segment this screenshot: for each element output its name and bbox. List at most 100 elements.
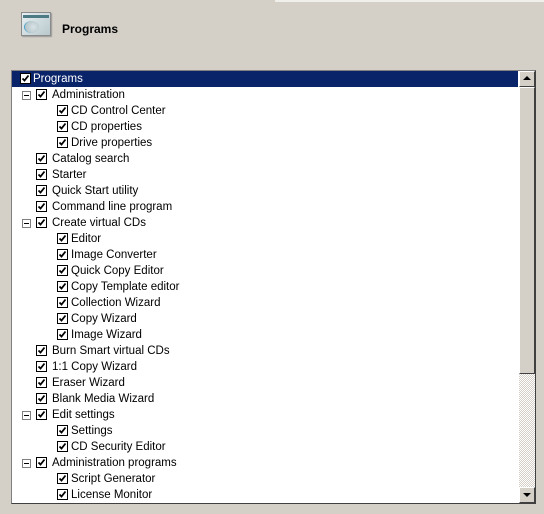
checkbox[interactable] — [36, 201, 47, 212]
scroll-up-button[interactable] — [519, 71, 535, 87]
tree-item-label: Script Generator — [71, 473, 156, 485]
tree-item-label: Image Wizard — [71, 329, 142, 341]
tree-item[interactable]: Collection Wizard — [12, 295, 518, 311]
checkmark-icon — [37, 90, 46, 98]
collapse-icon[interactable] — [22, 219, 31, 228]
tree-item-label: 1:1 Copy Wizard — [52, 361, 138, 373]
tree-item[interactable]: CD Control Center — [12, 103, 518, 119]
tree-item[interactable]: Burn Smart virtual CDs — [12, 343, 518, 359]
checkbox[interactable] — [36, 217, 47, 228]
checkmark-icon — [58, 234, 67, 242]
top-edge — [275, 0, 544, 2]
checkbox[interactable] — [57, 233, 68, 244]
tree-item[interactable]: CD properties — [12, 119, 518, 135]
checkmark-icon — [58, 250, 67, 258]
vertical-scrollbar[interactable] — [519, 71, 535, 503]
checkbox[interactable] — [36, 185, 47, 196]
arrow-down-icon — [523, 493, 531, 497]
checkbox[interactable] — [57, 297, 68, 308]
tree-item[interactable]: Administration programs — [12, 455, 518, 471]
tree-item[interactable]: Image Wizard — [12, 327, 518, 343]
programs-tree[interactable]: Programs Administration CD Control Center C… — [11, 70, 536, 504]
checkmark-icon — [58, 314, 67, 322]
checkbox[interactable] — [57, 313, 68, 324]
tree-item[interactable]: Administration — [12, 87, 518, 103]
tree-item[interactable]: License Monitor — [12, 487, 518, 503]
tree-item-label: Copy Wizard — [71, 313, 137, 325]
tree-item[interactable]: CD Security Editor — [12, 439, 518, 455]
checkbox[interactable] — [57, 105, 68, 116]
checkbox[interactable] — [20, 73, 31, 84]
checkbox[interactable] — [57, 441, 68, 452]
tree-item-label: Administration programs — [52, 457, 177, 469]
tree-item[interactable]: Eraser Wizard — [12, 375, 518, 391]
checkmark-icon — [58, 298, 67, 306]
collapse-icon[interactable] — [22, 459, 31, 468]
tree-item-label: Settings — [71, 425, 113, 437]
tree-item-label: Drive properties — [71, 137, 153, 149]
checkbox[interactable] — [57, 137, 68, 148]
tree-item[interactable]: Image Converter — [12, 247, 518, 263]
checkbox[interactable] — [57, 329, 68, 340]
tree-item-label: Programs — [33, 73, 83, 85]
checkbox[interactable] — [36, 169, 47, 180]
tree-item[interactable]: Programs — [12, 71, 518, 87]
checkmark-icon — [58, 474, 67, 482]
tree-item-label: Copy Template editor — [71, 281, 180, 293]
tree-item[interactable]: Copy Template editor — [12, 279, 518, 295]
collapse-icon[interactable] — [22, 91, 31, 100]
checkmark-icon — [58, 106, 67, 114]
arrow-up-icon — [523, 76, 531, 80]
tree-item-label: Edit settings — [52, 409, 115, 421]
checkbox[interactable] — [57, 121, 68, 132]
checkbox[interactable] — [36, 393, 47, 404]
scrollbar-thumb[interactable] — [519, 87, 535, 374]
checkbox[interactable] — [57, 281, 68, 292]
tree-item[interactable]: Editor — [12, 231, 518, 247]
tree-item[interactable]: Starter — [12, 167, 518, 183]
tree-item[interactable]: Drive properties — [12, 135, 518, 151]
checkbox[interactable] — [57, 249, 68, 260]
checkmark-icon — [37, 218, 46, 226]
tree-item[interactable]: 1:1 Copy Wizard — [12, 359, 518, 375]
tree-rows: Programs Administration CD Control Center C… — [12, 71, 518, 503]
checkbox[interactable] — [36, 457, 47, 468]
checkbox[interactable] — [57, 265, 68, 276]
tree-item[interactable]: Quick Copy Editor — [12, 263, 518, 279]
tree-item[interactable]: Command line program — [12, 199, 518, 215]
tree-item-label: Catalog search — [52, 153, 130, 165]
checkmark-icon — [37, 202, 46, 210]
checkbox[interactable] — [36, 361, 47, 372]
scroll-down-button[interactable] — [519, 487, 535, 503]
checkbox[interactable] — [36, 345, 47, 356]
checkbox[interactable] — [36, 409, 47, 420]
tree-item-label: Starter — [52, 169, 87, 181]
checkmark-icon — [58, 330, 67, 338]
tree-item[interactable]: Settings — [12, 423, 518, 439]
checkbox[interactable] — [57, 489, 68, 500]
tree-item[interactable]: Script Generator — [12, 471, 518, 487]
checkbox[interactable] — [36, 153, 47, 164]
checkbox[interactable] — [36, 89, 47, 100]
tree-item[interactable]: Create virtual CDs — [12, 215, 518, 231]
checkmark-icon — [58, 490, 67, 498]
tree-item-label: Eraser Wizard — [52, 377, 125, 389]
checkmark-icon — [37, 378, 46, 386]
tree-item[interactable]: Blank Media Wizard — [12, 391, 518, 407]
tree-item[interactable]: Catalog search — [12, 151, 518, 167]
checkmark-icon — [58, 122, 67, 130]
tree-item[interactable]: Copy Wizard — [12, 311, 518, 327]
programs-window-icon — [21, 12, 51, 36]
checkbox[interactable] — [57, 473, 68, 484]
tree-item[interactable]: Edit settings — [12, 407, 518, 423]
tree-item-label: Administration — [52, 89, 125, 101]
tree-item-label: Quick Start utility — [52, 185, 139, 197]
tree-item-label: License Monitor — [71, 489, 153, 501]
tree-item-label: CD Control Center — [71, 105, 166, 117]
collapse-icon[interactable] — [22, 411, 31, 420]
checkbox[interactable] — [36, 377, 47, 388]
tree-item-label: CD properties — [71, 121, 142, 133]
tree-item[interactable]: Quick Start utility — [12, 183, 518, 199]
checkbox[interactable] — [57, 425, 68, 436]
checkmark-icon — [58, 266, 67, 274]
